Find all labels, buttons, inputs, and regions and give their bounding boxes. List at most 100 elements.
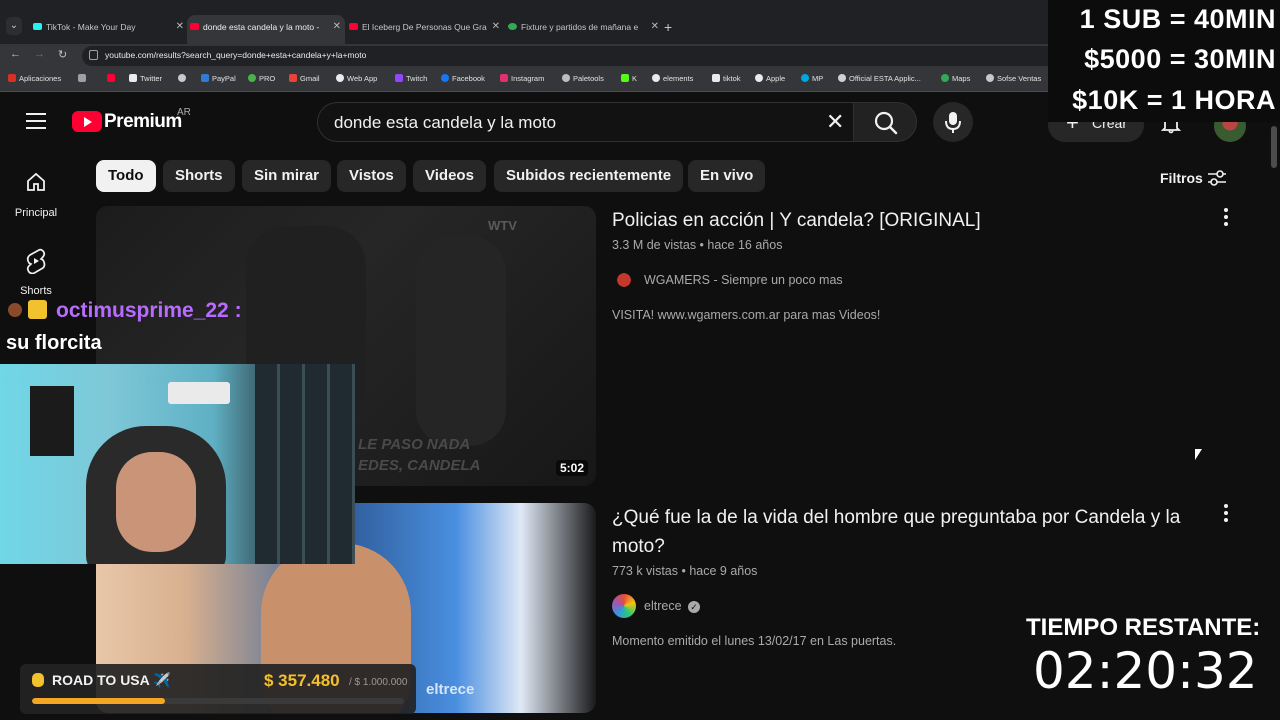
- instagram-icon: [500, 74, 508, 82]
- voice-search-button[interactable]: [933, 102, 973, 142]
- tab-title: Fixture y partidos de mañana e: [521, 22, 639, 32]
- sub-rate-line: $5000 = 30MIN: [1084, 44, 1276, 74]
- chip-sin-mirar[interactable]: Sin mirar: [242, 160, 332, 192]
- tab-youtube-search[interactable]: donde esta candela y la moto - ✕: [187, 15, 345, 44]
- tab-title: El Iceberg De Personas Que Gra: [362, 22, 487, 32]
- twitch-icon: [395, 74, 403, 82]
- bookmark-apps[interactable]: Aplicaciones: [8, 74, 61, 83]
- chat-badge-icon: [8, 303, 22, 317]
- channel-avatar[interactable]: [612, 594, 636, 618]
- subathon-rates-panel: 1 SUB = 40MIN $5000 = 30MIN $10K = 1 HOR…: [1048, 0, 1280, 122]
- tab-iceberg[interactable]: El Iceberg De Personas Que Gra ✕: [346, 16, 504, 38]
- mouse-cursor-icon: [1195, 449, 1202, 460]
- bookmark-apple[interactable]: Apple: [755, 74, 785, 83]
- channel-name[interactable]: eltrece ✓: [644, 599, 701, 613]
- facebook-icon: [441, 74, 449, 82]
- chip-videos[interactable]: Videos: [413, 160, 486, 192]
- tiktok-favicon-icon: [33, 23, 42, 30]
- timer-value: 02:20:32: [1033, 642, 1258, 700]
- bookmark-facebook[interactable]: Facebook: [441, 74, 485, 83]
- search-query[interactable]: donde esta candela y la moto: [334, 113, 556, 133]
- youtube-icon: [107, 74, 115, 82]
- video-description: Momento emitido el lunes 13/02/17 en Las…: [612, 634, 897, 648]
- search-input[interactable]: donde esta candela y la moto ✕: [317, 102, 853, 142]
- channel-avatar[interactable]: [612, 268, 636, 292]
- bookmark-maps[interactable]: Maps: [941, 74, 970, 83]
- site-info-icon[interactable]: [89, 50, 98, 60]
- youtube-logo-icon[interactable]: [72, 111, 102, 132]
- bookmark-pro[interactable]: PRO: [248, 74, 275, 83]
- sidebar-item-shorts[interactable]: Shorts: [0, 248, 72, 297]
- bookmark-elements[interactable]: elements: [652, 74, 693, 83]
- video-title[interactable]: ¿Qué fue la de la vida del hombre que pr…: [612, 503, 1202, 561]
- sub-rate-line: 1 SUB = 40MIN: [1079, 4, 1276, 34]
- elements-icon: [652, 74, 660, 82]
- search-button[interactable]: [853, 102, 917, 142]
- bookmark-webapp[interactable]: Web App: [336, 74, 377, 83]
- tab-close-icon[interactable]: ✕: [651, 16, 659, 38]
- bookmark-sofse[interactable]: Sofse Ventas: [986, 74, 1041, 83]
- streamer-face: [116, 452, 196, 552]
- address-bar[interactable]: youtube.com/results?search_query=donde+e…: [82, 46, 1057, 66]
- filters-label: Filtros: [1160, 170, 1203, 186]
- thumbnail-caption: EDES, CANDELA: [358, 457, 481, 474]
- bookmark-paletools[interactable]: Paletools: [562, 74, 604, 83]
- goal-amount: $ 357.480: [264, 671, 340, 690]
- tab-title: donde esta candela y la moto -: [203, 22, 320, 32]
- tab-close-icon[interactable]: ✕: [333, 15, 341, 39]
- sofse-icon: [986, 74, 994, 82]
- pro-icon: [248, 74, 256, 82]
- bookmark-twitch[interactable]: Twitch: [395, 74, 427, 83]
- chip-vistos[interactable]: Vistos: [337, 160, 406, 192]
- chip-shorts[interactable]: Shorts: [163, 160, 235, 192]
- tab-search-button[interactable]: ⌄: [6, 17, 22, 35]
- chip-subidos-recientemente[interactable]: Subidos recientemente: [494, 160, 684, 192]
- goal-progress-fill: [32, 698, 165, 704]
- more-options-icon[interactable]: [1223, 208, 1229, 229]
- bookmark-youtube[interactable]: [107, 74, 118, 83]
- maps-icon: [941, 74, 949, 82]
- channel-name[interactable]: WGAMERS - Siempre un poco mas: [644, 273, 843, 287]
- kick-icon: [621, 74, 629, 82]
- bookmark-twitter[interactable]: Twitter: [129, 74, 162, 83]
- more-options-icon[interactable]: [1223, 504, 1229, 525]
- bookmark-instagram[interactable]: Instagram: [500, 74, 544, 83]
- video-title[interactable]: Policias en acción | Y candela? [ORIGINA…: [612, 206, 1212, 235]
- filters-button[interactable]: Filtros: [1160, 170, 1226, 186]
- country-code: AR: [177, 107, 191, 118]
- tab-close-icon[interactable]: ✕: [176, 16, 184, 38]
- bookmark-gmail[interactable]: Gmail: [289, 74, 320, 83]
- youtube-logo-text[interactable]: Premium: [104, 111, 182, 133]
- bookmark-paypal[interactable]: PayPal: [201, 74, 236, 83]
- bookmark-tiktok[interactable]: tiktok: [712, 74, 741, 83]
- bookmark-mp[interactable]: MP: [801, 74, 823, 83]
- tab-tiktok[interactable]: TikTok - Make Your Day ✕: [30, 16, 188, 38]
- microphone-icon: [945, 112, 961, 133]
- tab-fixture[interactable]: Fixture y partidos de mañana e ✕: [505, 16, 663, 38]
- crown-badge-icon: [28, 300, 47, 319]
- tab-close-icon[interactable]: ✕: [492, 16, 500, 38]
- address-url[interactable]: youtube.com/results?search_query=donde+e…: [105, 50, 366, 60]
- reload-icon[interactable]: ↻: [58, 48, 67, 61]
- gmail-icon: [289, 74, 297, 82]
- fixture-favicon-icon: [508, 23, 517, 30]
- goal-progress-track: [32, 698, 404, 704]
- chip-todo[interactable]: Todo: [96, 160, 156, 192]
- webcam-feed: [0, 364, 355, 564]
- menu-icon[interactable]: [26, 113, 46, 129]
- clear-search-icon[interactable]: ✕: [826, 109, 844, 135]
- sidebar-item-principal[interactable]: Principal: [0, 170, 72, 219]
- new-tab-button[interactable]: +: [664, 19, 672, 35]
- forward-arrow-icon[interactable]: →: [34, 48, 45, 60]
- bookmark-generic[interactable]: [178, 74, 189, 83]
- bookmark-grid[interactable]: [78, 74, 89, 83]
- chip-en-vivo[interactable]: En vivo: [688, 160, 766, 192]
- page-scrollbar[interactable]: [1271, 126, 1277, 168]
- bookmark-kick[interactable]: K: [621, 74, 637, 83]
- bookmark-esta[interactable]: Official ESTA Applic...: [838, 74, 921, 83]
- goal-label: ROAD TO USA ✈️: [52, 672, 171, 688]
- goal-target: / $ 1.000.000: [349, 677, 408, 688]
- youtube-favicon-icon: [349, 23, 358, 30]
- verified-check-icon: ✓: [688, 601, 701, 613]
- back-arrow-icon[interactable]: ←: [10, 48, 21, 60]
